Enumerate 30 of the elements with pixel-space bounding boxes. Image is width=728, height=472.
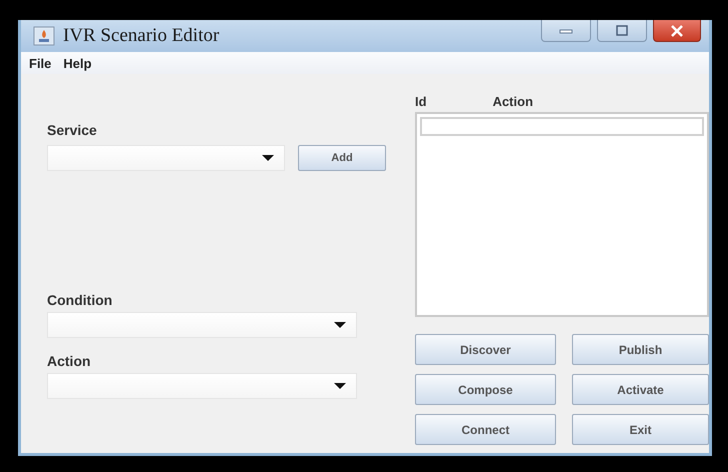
minimize-icon [558,26,574,34]
scenario-list[interactable] [415,112,709,317]
list-row[interactable] [420,117,704,136]
close-button[interactable] [653,20,701,42]
field-label: Condition [47,292,112,308]
service-dropdown[interactable] [47,145,285,171]
action-button[interactable]: Publish [572,334,709,365]
window-title: IVR Scenario Editor [63,25,220,47]
menu-item[interactable]: File [29,56,52,70]
caret-icon [262,155,274,161]
action-button[interactable]: Activate [572,374,709,405]
action-button[interactable]: Compose [415,374,556,405]
column-header: Id [415,94,427,108]
action-button[interactable]: Exit [572,414,709,445]
minimize-button[interactable] [541,20,591,42]
action-dropdown[interactable] [47,373,357,399]
maximize-icon [614,24,630,36]
field-label: Service [47,122,97,138]
action-button[interactable]: Discover [415,334,556,365]
caret-icon [334,383,346,389]
menu-item[interactable]: Help [63,56,92,70]
maximize-button[interactable] [597,20,647,42]
condition-dropdown[interactable] [47,312,357,338]
app-icon [33,26,55,46]
add-button[interactable]: Add [298,145,386,171]
caret-icon [334,322,346,328]
action-button[interactable]: Connect [415,414,556,445]
close-icon [669,24,685,36]
field-label: Action [47,353,91,369]
column-header: Action [492,94,534,108]
